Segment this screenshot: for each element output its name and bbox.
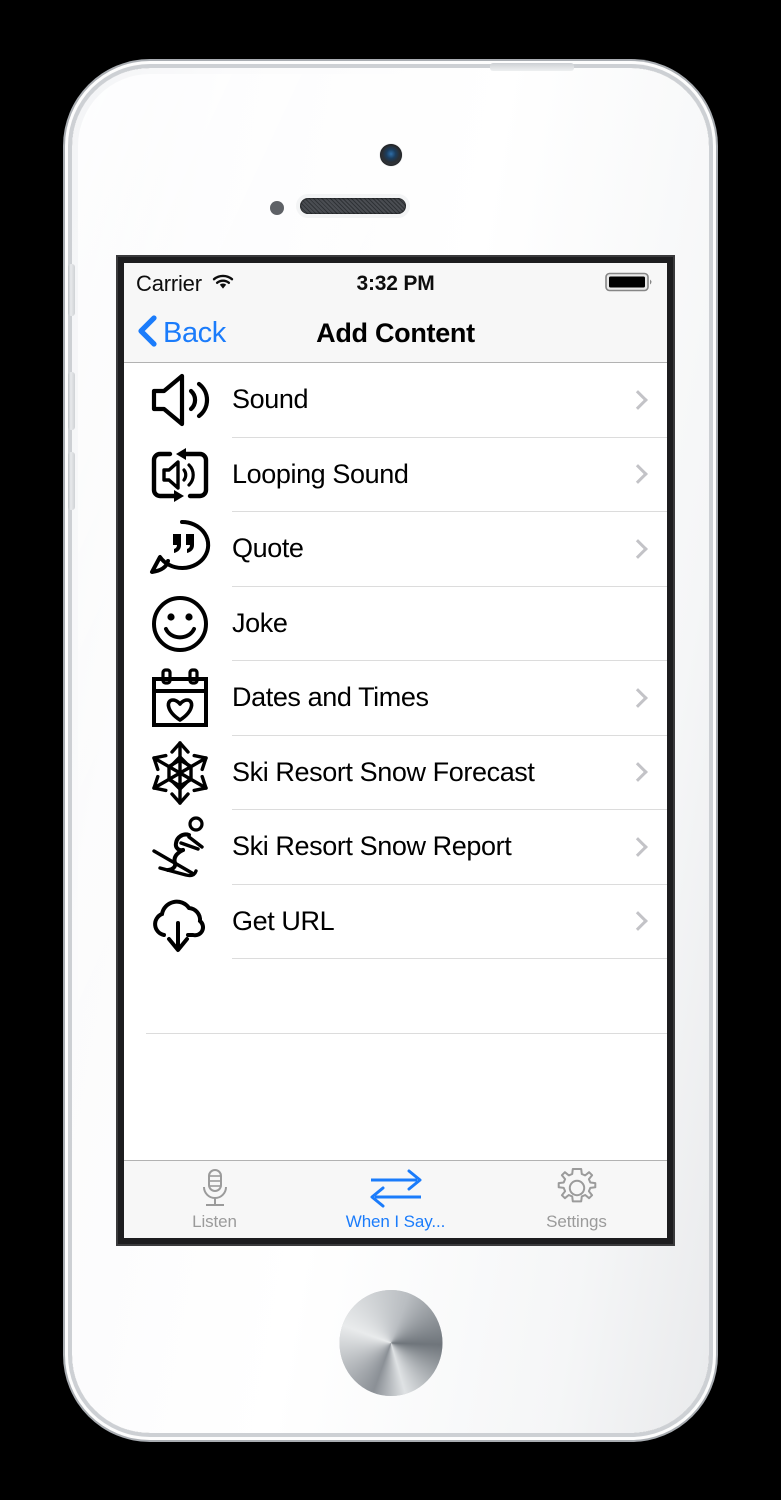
chevron-right-icon	[628, 538, 648, 559]
list-item-label: Looping Sound	[232, 458, 409, 489]
quote-bubble-icon	[124, 518, 232, 580]
list-item-body: Quote	[232, 512, 667, 587]
list-item-body: Sound	[232, 363, 667, 438]
earpiece-speaker-icon	[300, 198, 406, 214]
phone-device: Carrier 3:32 PM Back Add Content Sound L…	[68, 63, 709, 1433]
list-item-body: Joke	[232, 587, 667, 661]
gear-icon	[556, 1167, 598, 1209]
status-time: 3:32 PM	[356, 272, 435, 295]
list-item-body: Looping Sound	[232, 438, 667, 512]
list-item-label: Get URL	[232, 905, 335, 936]
chevron-right-icon	[628, 389, 648, 410]
list-item-label: Quote	[232, 533, 304, 564]
list-item-body: Ski Resort Snow Report	[232, 810, 667, 885]
list-item-label: Dates and Times	[232, 682, 429, 713]
volume-down-button[interactable]	[68, 452, 75, 510]
speaker-icon	[124, 371, 232, 429]
list-item[interactable]: Get URL	[124, 884, 667, 959]
microphone-icon	[196, 1167, 234, 1209]
tab-when-i-say[interactable]: When I Say...	[305, 1161, 486, 1238]
tab-settings[interactable]: Settings	[486, 1161, 667, 1238]
power-button[interactable]	[490, 63, 574, 71]
tab-label: Settings	[546, 1212, 607, 1231]
list-item[interactable]: Sound	[124, 363, 667, 438]
navigation-bar: Back Add Content	[124, 305, 667, 363]
home-button[interactable]	[339, 1290, 442, 1396]
tab-bar: Listen When I Say... Settings	[124, 1160, 667, 1238]
silent-switch[interactable]	[68, 264, 75, 316]
chevron-right-icon	[628, 836, 648, 857]
chevron-right-icon	[628, 687, 648, 708]
skier-icon	[124, 815, 232, 879]
list-item[interactable]: Quote	[124, 512, 667, 587]
snowflake-icon	[124, 741, 232, 805]
list-item-label: Sound	[232, 384, 309, 415]
list-item-body: Get URL	[232, 885, 667, 959]
list-item[interactable]: Joke	[124, 586, 667, 661]
list-item[interactable]: Ski Resort Snow Forecast	[124, 735, 667, 810]
list-item-label: Ski Resort Snow Forecast	[232, 756, 535, 787]
content-list[interactable]: Sound Looping Sound Quote Joke Dates and…	[124, 363, 667, 1063]
tab-label: Listen	[192, 1212, 237, 1231]
front-camera-icon	[379, 144, 402, 166]
list-item-body: Ski Resort Snow Forecast	[232, 736, 667, 810]
list-item[interactable]: Dates and Times	[124, 661, 667, 736]
list-item[interactable]: Looping Sound	[124, 437, 667, 512]
back-button[interactable]: Back	[134, 314, 226, 353]
status-bar: Carrier 3:32 PM	[124, 263, 667, 305]
empty-list-row	[146, 959, 667, 1034]
tab-listen[interactable]: Listen	[124, 1161, 305, 1238]
looping-speaker-icon	[124, 446, 232, 504]
chevron-left-icon	[134, 314, 160, 353]
tab-label: When I Say...	[345, 1212, 446, 1231]
list-item-label: Joke	[232, 607, 288, 638]
list-item[interactable]: Ski Resort Snow Report	[124, 810, 667, 885]
list-item-body: Dates and Times	[232, 661, 667, 736]
smiley-face-icon	[124, 593, 232, 655]
cloud-download-icon	[124, 891, 232, 953]
calendar-heart-icon	[124, 667, 232, 729]
phone-screen: Carrier 3:32 PM Back Add Content Sound L…	[124, 263, 667, 1238]
proximity-sensor-icon	[270, 201, 284, 215]
chevron-right-icon	[628, 762, 648, 783]
chevron-right-icon	[628, 911, 648, 932]
list-item-label: Ski Resort Snow Report	[232, 831, 512, 862]
chevron-right-icon	[628, 464, 648, 485]
swap-arrows-icon	[367, 1167, 425, 1209]
volume-up-button[interactable]	[68, 372, 75, 430]
empty-list-row	[146, 1033, 667, 1063]
back-label: Back	[163, 317, 226, 349]
